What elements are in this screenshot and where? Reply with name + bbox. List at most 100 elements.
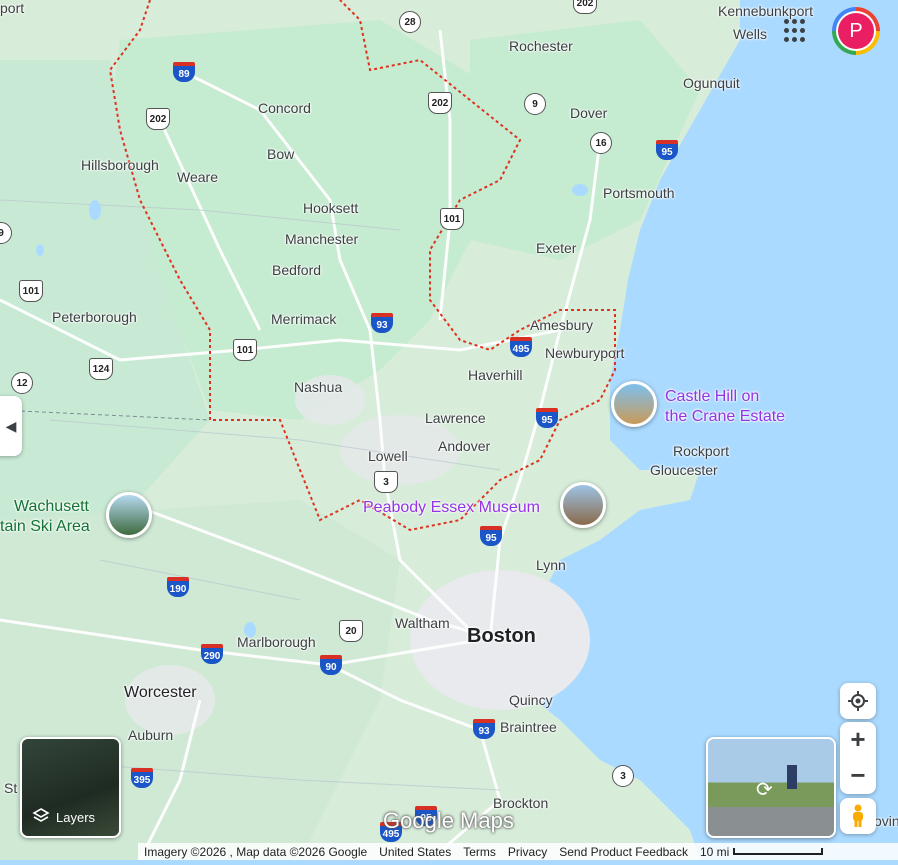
layers-button[interactable]: Layers: [20, 737, 121, 838]
street-sign: [787, 765, 797, 789]
route-shield-190: 190: [167, 577, 189, 597]
place-label-wells: Wells: [733, 26, 767, 42]
route-shield-20: 20: [339, 620, 363, 642]
place-label-haverhill: Haverhill: [468, 367, 523, 383]
place-label-lawrence: Lawrence: [425, 410, 486, 426]
apps-dot-icon: [800, 28, 805, 33]
place-label-auburn: Auburn: [128, 727, 174, 743]
route-shield-16: 16: [590, 132, 612, 154]
place-label-lynn: Lynn: [536, 557, 566, 573]
route-shield-28: 28: [399, 11, 421, 33]
apps-dot-icon: [800, 19, 805, 24]
street-view-thumbnail[interactable]: ⟳: [706, 737, 836, 838]
layers-icon: [32, 807, 50, 828]
poi-wachusett-pin[interactable]: [106, 492, 152, 538]
place-label-boston: Boston: [467, 625, 536, 647]
route-shield-101a: 101: [440, 208, 464, 230]
place-label-waltham: Waltham: [395, 615, 450, 631]
poi-wachusett-label-1[interactable]: Wachusett: [14, 498, 89, 516]
poi-castle-hill-label-1[interactable]: Castle Hill on: [665, 388, 759, 406]
route-shield-124: 124: [89, 358, 113, 380]
scale-label: 10 mi: [699, 844, 730, 859]
route-shield-3b: 3: [612, 765, 634, 787]
route-shield-89: 89: [173, 62, 195, 82]
place-label-hooksett: Hooksett: [303, 200, 359, 216]
place-label-kennebunkport: Kennebunkport: [718, 3, 813, 19]
route-shield-202b: 202: [146, 108, 170, 130]
route-shield-95c: 95: [480, 526, 502, 546]
map-canvas[interactable]: Kennebunkport Wells port Rochester Ogunq…: [0, 0, 898, 862]
route-shield-202c: 202: [428, 92, 452, 114]
place-label-bow: Bow: [267, 146, 295, 162]
place-label-port: port: [0, 0, 25, 16]
route-shield-101c: 101: [233, 339, 257, 361]
place-label-exeter: Exeter: [536, 240, 577, 256]
place-label-bedford: Bedford: [272, 262, 322, 278]
place-label-quincy: Quincy: [509, 692, 553, 708]
place-label-weare: Weare: [177, 169, 218, 185]
route-shield-495: 495: [510, 337, 532, 357]
layers-label: Layers: [56, 810, 96, 825]
route-shield-95a: 95: [656, 140, 678, 160]
place-label-amesbury: Amesbury: [530, 317, 594, 333]
route-shield-95b: 95: [536, 408, 558, 428]
place-label-peterborough: Peterborough: [52, 309, 137, 325]
pegman-icon: [853, 804, 863, 827]
chevron-left-icon: ◀: [5, 417, 17, 434]
route-shield-395: 395: [131, 768, 153, 788]
apps-dot-icon: [800, 37, 805, 42]
account-avatar[interactable]: P: [832, 7, 880, 55]
poi-peabody-label[interactable]: Peabody Essex Museum: [363, 499, 540, 517]
collapse-side-panel-button[interactable]: ◀: [0, 396, 22, 456]
imagery-attribution: Imagery ©2026 , Map data ©2026 Google: [144, 844, 368, 859]
place-label-lowell: Lowell: [368, 448, 408, 464]
poi-castle-hill-pin[interactable]: [611, 381, 657, 427]
zoom-controls: + −: [840, 722, 876, 794]
place-label-newburyport: Newburyport: [545, 345, 625, 361]
zoom-in-button[interactable]: +: [850, 722, 865, 758]
route-shield-90: 90: [320, 655, 342, 675]
my-location-button[interactable]: [840, 683, 876, 719]
place-label-manchester: Manchester: [285, 231, 359, 247]
apps-dot-icon: [792, 19, 797, 24]
scale-bar[interactable]: 10 mi: [699, 844, 824, 859]
poi-peabody-pin[interactable]: [560, 482, 606, 528]
route-shield-12: 12: [11, 372, 33, 394]
route-shield-93b: 93: [473, 719, 495, 739]
pegman-button[interactable]: [840, 798, 876, 834]
place-label-andover: Andover: [438, 438, 491, 454]
map-footer: Imagery ©2026 , Map data ©2026 Google Un…: [138, 843, 898, 860]
google-maps-logo: Google Maps: [383, 808, 514, 833]
apps-grid-button[interactable]: [784, 19, 808, 43]
route-shield-202a: 202: [573, 0, 597, 14]
apps-dot-icon: [792, 37, 797, 42]
place-label-concord: Concord: [258, 100, 311, 116]
zoom-out-button[interactable]: −: [850, 758, 865, 794]
apps-dot-icon: [784, 19, 789, 24]
scale-line: [733, 848, 824, 855]
place-label-marlborough: Marlborough: [237, 634, 316, 650]
route-shield-93a: 93: [371, 313, 393, 333]
rotate-360-icon: ⟳: [756, 779, 773, 801]
route-shield-290: 290: [201, 644, 223, 664]
place-label-rockport: Rockport: [673, 443, 730, 459]
terms-link[interactable]: Terms: [463, 845, 496, 859]
apps-dot-icon: [784, 37, 789, 42]
place-label-worcester: Worcester: [124, 684, 197, 701]
account-initial: P: [838, 13, 874, 49]
apps-dot-icon: [792, 28, 797, 33]
place-label-hillsborough: Hillsborough: [81, 157, 159, 173]
my-location-icon: [848, 691, 868, 711]
send-feedback-link[interactable]: Send Product Feedback: [559, 845, 688, 859]
poi-castle-hill-label-2[interactable]: the Crane Estate: [665, 408, 785, 426]
country-link[interactable]: United States: [379, 845, 451, 859]
poi-wachusett-label-2[interactable]: tain Ski Area: [0, 518, 90, 536]
place-label-dover: Dover: [570, 105, 608, 121]
place-label-st: St: [4, 780, 18, 796]
place-label-rochester: Rochester: [509, 38, 573, 54]
privacy-link[interactable]: Privacy: [508, 845, 547, 859]
place-label-ogunquit: Ogunquit: [683, 75, 740, 91]
apps-dot-icon: [784, 28, 789, 33]
place-label-merrimack: Merrimack: [271, 311, 337, 327]
place-label-ovin: ovin: [874, 813, 898, 829]
